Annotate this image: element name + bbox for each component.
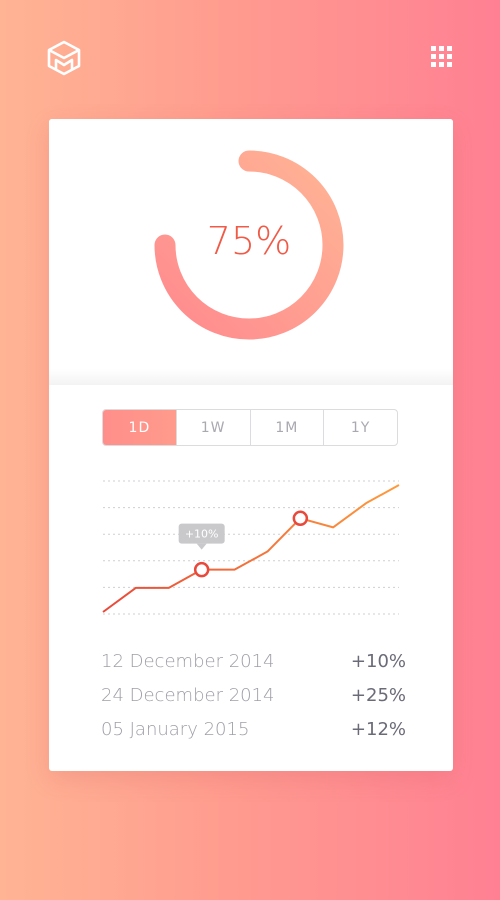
grid-menu-icon[interactable] (431, 46, 455, 70)
history-row: 24 December 2014 +25% (101, 678, 406, 712)
history-date: 05 January 2015 (101, 718, 250, 740)
progress-value: 75% (206, 219, 292, 263)
history-date: 12 December 2014 (101, 650, 275, 672)
range-tabs: 1D 1W 1M 1Y (102, 409, 398, 446)
tooltip-label: +10% (185, 528, 219, 541)
history-row: 05 January 2015 +12% (101, 712, 406, 746)
line-chart: +10% (102, 480, 400, 615)
chart-point-marker[interactable] (292, 510, 309, 527)
history-row: 12 December 2014 +10% (101, 644, 406, 678)
tab-1d[interactable]: 1D (103, 410, 176, 445)
history-date: 24 December 2014 (101, 684, 275, 706)
card-divider (49, 369, 453, 385)
chart-point-marker[interactable] (193, 561, 210, 578)
stats-card: 75% 1D 1W 1M 1Y +10% 12 December 2014 +1… (49, 119, 453, 771)
history-list: 12 December 2014 +10% 24 December 2014 +… (101, 644, 406, 746)
tab-1m[interactable]: 1M (249, 410, 324, 445)
logo-icon[interactable] (46, 40, 82, 76)
history-change: +25% (350, 684, 406, 706)
tab-1y[interactable]: 1Y (323, 410, 397, 445)
tooltip-tail (196, 543, 207, 550)
chart-tooltip: +10% (178, 523, 225, 550)
tab-1w[interactable]: 1W (175, 410, 250, 445)
history-change: +12% (350, 718, 406, 740)
chart-series-line (102, 484, 400, 613)
history-change: +10% (350, 650, 406, 672)
